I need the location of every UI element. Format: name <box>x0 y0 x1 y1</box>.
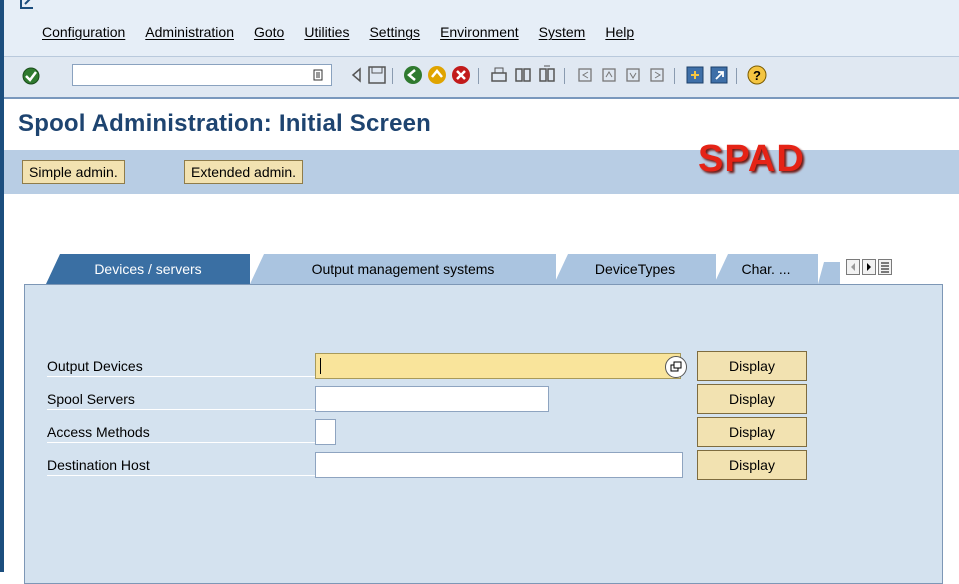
tab-list-icon <box>881 262 889 273</box>
back-icon[interactable] <box>402 64 424 86</box>
menu-system[interactable]: System <box>539 24 586 40</box>
spool-servers-field[interactable] <box>315 386 549 412</box>
cancel-icon[interactable] <box>450 64 472 86</box>
extended-admin-button[interactable]: Extended admin. <box>184 160 304 184</box>
spool-servers-label: Spool Servers <box>47 384 315 410</box>
destination-host-display-button[interactable]: Display <box>697 450 807 480</box>
system-menu-icon[interactable] <box>20 0 34 10</box>
tab-strip: Devices / servers Output management syst… <box>24 254 959 284</box>
enter-icon[interactable] <box>22 67 40 85</box>
menu-settings[interactable]: Settings <box>369 24 420 40</box>
exit-icon[interactable] <box>426 64 448 86</box>
tab-label: Char. ... <box>741 261 791 277</box>
create-session-icon[interactable] <box>684 64 706 86</box>
tab-character-sets[interactable]: Char. ... <box>714 254 818 284</box>
shortcut-icon[interactable] <box>708 64 730 86</box>
menu-administration[interactable]: Administration <box>145 24 234 40</box>
tab-scroll-left-button[interactable] <box>846 259 860 275</box>
tab-overflow-stub <box>818 262 840 284</box>
command-field[interactable] <box>72 64 332 86</box>
chevron-left-icon <box>851 263 855 271</box>
destination-host-field[interactable] <box>315 452 683 478</box>
toolbar-separator <box>564 68 565 84</box>
tab-scroll-right-button[interactable] <box>862 259 876 275</box>
last-page-icon[interactable] <box>646 64 668 86</box>
tab-output-management-systems[interactable]: Output management systems <box>250 254 556 284</box>
access-methods-field[interactable] <box>315 419 336 445</box>
tab-label: DeviceTypes <box>594 261 676 277</box>
tab-label: Devices / servers <box>94 261 202 277</box>
back-nav-icon[interactable] <box>346 64 368 86</box>
tab-label: Output management systems <box>311 261 495 277</box>
find-next-icon[interactable] <box>536 64 558 86</box>
page-title: Spool Administration: Initial Screen <box>18 110 432 137</box>
value-help-icon <box>670 361 682 372</box>
tab-panel-devices-servers: Output Devices Display Spool Servers Dis… <box>24 284 943 584</box>
print-icon[interactable] <box>488 64 510 86</box>
history-icon[interactable] <box>313 69 323 81</box>
find-icon[interactable] <box>512 64 534 86</box>
tab-devices-servers[interactable]: Devices / servers <box>46 254 250 284</box>
first-page-icon[interactable] <box>574 64 596 86</box>
output-devices-label: Output Devices <box>47 351 315 377</box>
access-methods-display-button[interactable]: Display <box>697 417 807 447</box>
toolbar-separator <box>674 68 675 84</box>
tab-list-button[interactable] <box>878 259 892 275</box>
chevron-right-icon <box>867 263 871 271</box>
menu-configuration[interactable]: Configuration <box>42 24 125 40</box>
previous-page-icon[interactable] <box>598 64 620 86</box>
tab-devicetypes[interactable]: DeviceTypes <box>554 254 716 284</box>
text-caret <box>320 358 321 374</box>
output-devices-display-button[interactable]: Display <box>697 351 807 381</box>
menu-utilities[interactable]: Utilities <box>304 24 349 40</box>
transaction-code-overlay: SPAD <box>698 138 805 180</box>
standard-toolbar: ? <box>4 56 959 99</box>
application-toolbar: Simple admin. Extended admin. <box>4 150 959 194</box>
menu-environment[interactable]: Environment <box>440 24 519 40</box>
menu-goto[interactable]: Goto <box>254 24 284 40</box>
output-devices-field[interactable] <box>315 353 681 379</box>
svg-text:?: ? <box>753 68 761 83</box>
next-page-icon[interactable] <box>622 64 644 86</box>
access-methods-label: Access Methods <box>47 417 315 443</box>
menu-help[interactable]: Help <box>605 24 634 40</box>
help-icon[interactable]: ? <box>746 64 768 86</box>
destination-host-label: Destination Host <box>47 450 315 476</box>
toolbar-separator <box>736 68 737 84</box>
save-icon[interactable] <box>366 64 388 86</box>
spool-servers-display-button[interactable]: Display <box>697 384 807 414</box>
menu-bar: Configuration Administration Goto Utilit… <box>4 0 959 56</box>
simple-admin-button[interactable]: Simple admin. <box>22 160 125 184</box>
toolbar-separator <box>392 68 393 84</box>
value-help-button[interactable] <box>665 356 687 378</box>
toolbar-separator <box>478 68 479 84</box>
